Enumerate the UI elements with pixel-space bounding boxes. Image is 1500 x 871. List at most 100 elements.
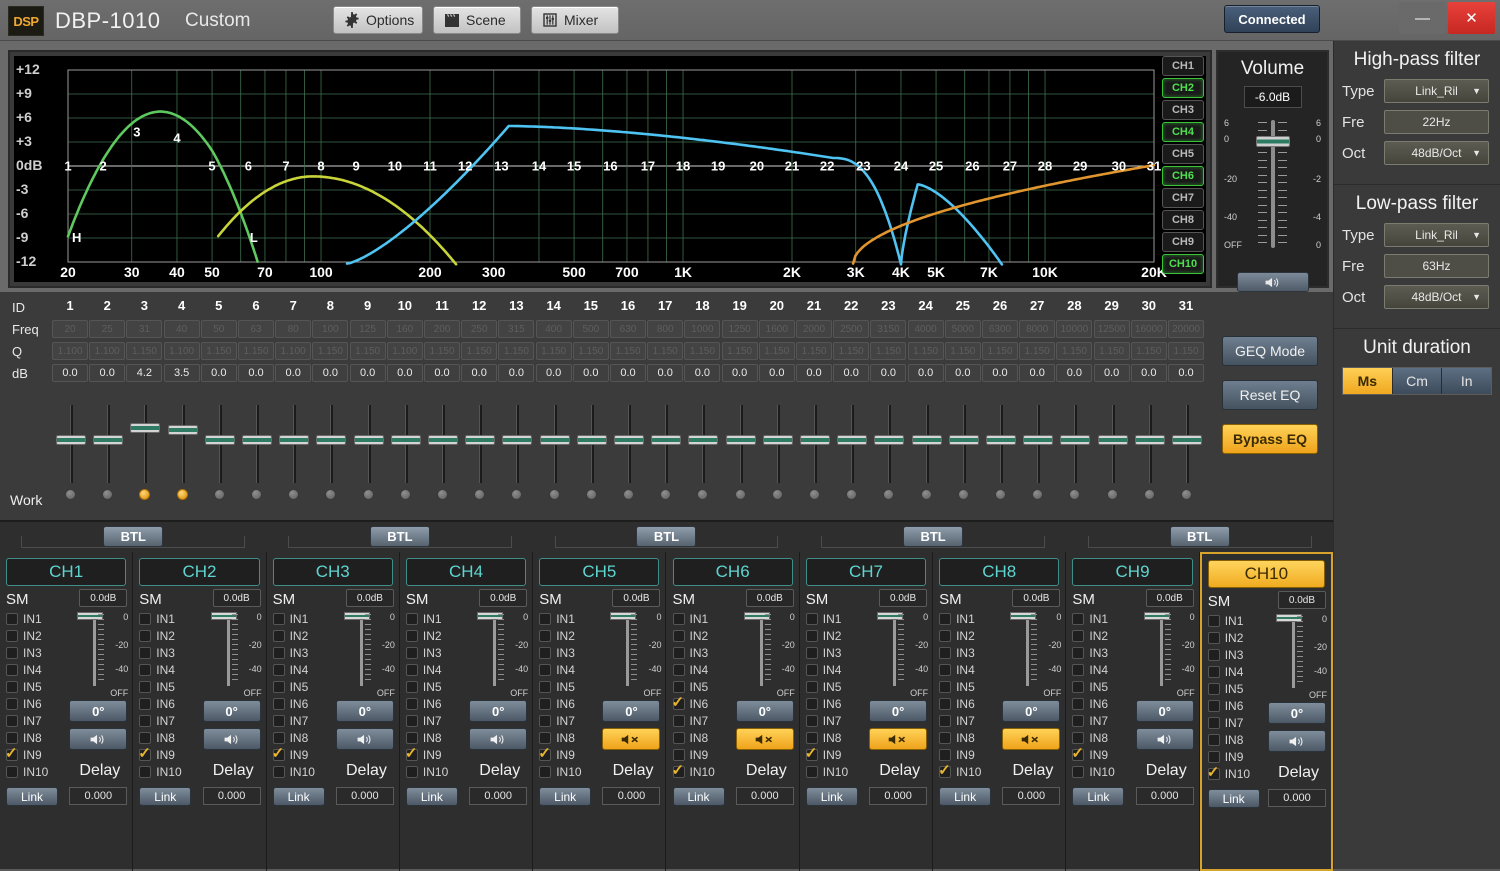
channel-strip-ch7[interactable]: CH7 SM IN1 IN2 IN3 IN4 IN5 IN6 IN7 IN8 IN9 IN10 0.0d… [800, 552, 934, 871]
eq-work-led[interactable] [213, 489, 225, 500]
eq-db-cell[interactable]: 0.0 [1019, 364, 1056, 382]
input-checkbox-in1[interactable] [405, 612, 418, 625]
input-checkbox-in10[interactable] [1072, 765, 1085, 778]
input-checkbox-in9[interactable] [1207, 750, 1220, 763]
mute-button-active[interactable] [602, 728, 661, 750]
eq-freq-cell[interactable]: 20 [52, 320, 88, 338]
channel-gain-field[interactable]: 0.0dB [612, 589, 661, 607]
channel-fader-track[interactable] [759, 614, 763, 686]
eq-db-cell[interactable]: 0.0 [684, 364, 721, 382]
eq-band-marker[interactable]: 25 [929, 159, 943, 174]
eq-freq-cell[interactable]: 160 [386, 320, 423, 338]
eq-band-marker[interactable]: 9 [352, 159, 359, 174]
input-checkbox-in8[interactable] [1072, 731, 1085, 744]
eq-work-led[interactable] [585, 489, 597, 500]
channel-name-ch6[interactable]: CH6 [672, 558, 793, 586]
eq-work-led[interactable] [846, 489, 858, 500]
eq-q-cell[interactable]: 1.150 [1130, 342, 1167, 360]
input-checkbox-in9[interactable] [138, 744, 152, 762]
eq-fader-thumb[interactable] [651, 435, 682, 445]
graph-channel-button-ch1[interactable]: CH1 [1162, 56, 1204, 76]
input-checkbox-in4[interactable] [405, 663, 418, 676]
eq-q-cell[interactable]: 1.150 [238, 342, 274, 360]
eq-freq-cell[interactable]: 6300 [982, 320, 1018, 338]
eq-work-led[interactable] [399, 489, 411, 500]
eq-band-marker[interactable]: 7 [282, 159, 289, 174]
eq-db-cell[interactable]: 0.0 [238, 364, 274, 382]
eq-work-led[interactable] [1069, 489, 1081, 500]
input-checkbox-in9[interactable] [939, 748, 952, 761]
minimize-button[interactable]: — [1399, 2, 1446, 34]
input-checkbox-in2[interactable] [539, 629, 552, 642]
phase-button[interactable]: 0° [202, 700, 261, 722]
delay-field[interactable]: 0.000 [869, 787, 928, 805]
mute-button-active[interactable] [735, 728, 794, 750]
eq-work-led[interactable] [325, 489, 337, 500]
eq-work-led[interactable] [1106, 489, 1118, 500]
eq-freq-cell[interactable]: 4000 [907, 320, 944, 338]
input-checkbox-in10[interactable] [1207, 763, 1220, 781]
channel-strip-ch3[interactable]: CH3 SM IN1 IN2 IN3 IN4 IN5 IN6 IN7 IN8 IN9 IN10 0.0d… [267, 552, 400, 871]
low-pass-oct-select[interactable]: 48dB/Oct ▼ [1384, 285, 1489, 309]
eq-freq-cell[interactable]: 8000 [1019, 320, 1056, 338]
input-checkbox-in3[interactable] [805, 646, 818, 659]
channel-strip-ch1[interactable]: CH1 SM IN1 IN2 IN3 IN4 IN5 IN6 IN7 IN8 IN9 IN10 0.0d… [0, 552, 134, 871]
volume-readout[interactable]: -6.0dB [1243, 86, 1302, 108]
link-button[interactable]: Link [539, 787, 592, 806]
eq-band-marker[interactable]: 27 [1003, 159, 1017, 174]
input-checkbox-in2[interactable] [272, 629, 285, 642]
input-checkbox-in6[interactable] [1207, 699, 1220, 712]
eq-band-marker[interactable]: 30 [1112, 159, 1126, 174]
input-checkbox-in8[interactable] [139, 731, 152, 744]
eq-freq-cell[interactable]: 40 [163, 320, 200, 338]
eq-q-cell[interactable]: 1.150 [498, 342, 535, 360]
input-checkbox-in6[interactable] [539, 697, 552, 710]
high-pass-oct-select[interactable]: 48dB/Oct ▼ [1384, 141, 1489, 165]
eq-q-cell[interactable]: 1.150 [721, 342, 758, 360]
eq-db-cell[interactable]: 0.0 [1056, 364, 1093, 382]
input-checkbox-in3[interactable] [939, 646, 952, 659]
eq-work-led[interactable] [511, 489, 523, 500]
input-checkbox-in9[interactable] [538, 744, 552, 762]
eq-db-cell[interactable]: 0.0 [349, 364, 386, 382]
close-button[interactable]: ✕ [1448, 2, 1495, 34]
delay-field[interactable]: 0.000 [602, 787, 661, 805]
mute-button-active[interactable] [869, 728, 928, 750]
input-checkbox-in7[interactable] [6, 714, 18, 727]
eq-q-cell[interactable]: 1.150 [833, 342, 870, 360]
input-checkbox-in8[interactable] [405, 731, 418, 744]
eq-fader-thumb[interactable] [688, 435, 719, 445]
input-checkbox-in8[interactable] [939, 731, 952, 744]
eq-fader-thumb[interactable] [1134, 435, 1165, 445]
input-checkbox-in3[interactable] [672, 646, 685, 659]
eq-db-cell[interactable]: 0.0 [52, 364, 88, 382]
phase-button[interactable]: 0° [869, 700, 928, 722]
eq-fader-thumb[interactable] [725, 435, 756, 445]
input-checkbox-in2[interactable] [805, 629, 818, 642]
mixer-button[interactable]: Mixer [531, 6, 619, 34]
input-checkbox-in6[interactable] [139, 697, 152, 710]
eq-fader-track[interactable] [144, 405, 148, 483]
input-checkbox-in4[interactable] [1207, 665, 1220, 678]
input-checkbox-in9[interactable] [805, 744, 818, 762]
input-checkbox-in10[interactable] [539, 765, 552, 778]
mute-button[interactable] [335, 728, 394, 750]
input-checkbox-in9[interactable] [272, 744, 285, 762]
input-checkbox-in7[interactable] [539, 714, 552, 727]
eq-db-cell[interactable]: 0.0 [535, 364, 572, 382]
graph-channel-selector[interactable]: CH1 CH2 CH3 CH4 CH5 CH6 CH7 CH8 CH9 CH10 [1162, 56, 1206, 276]
eq-db-cell[interactable]: 3.5 [163, 364, 200, 382]
delay-field[interactable]: 0.000 [202, 787, 261, 805]
eq-work-led[interactable] [251, 489, 262, 500]
eq-work-led[interactable] [65, 489, 76, 500]
eq-freq-cell[interactable]: 2500 [833, 320, 870, 338]
btl-button[interactable]: BTL [369, 526, 430, 547]
mute-button[interactable] [469, 728, 528, 750]
eq-q-cell[interactable]: 1.100 [386, 342, 423, 360]
btl-button[interactable]: BTL [1169, 526, 1230, 547]
low-pass-freq-input[interactable]: 63Hz [1384, 254, 1489, 278]
input-checkbox-in7[interactable] [1207, 716, 1220, 729]
eq-fader-thumb[interactable] [316, 435, 347, 445]
eq-q-cell[interactable]: 1.150 [796, 342, 832, 360]
eq-fader-thumb[interactable] [800, 435, 830, 445]
